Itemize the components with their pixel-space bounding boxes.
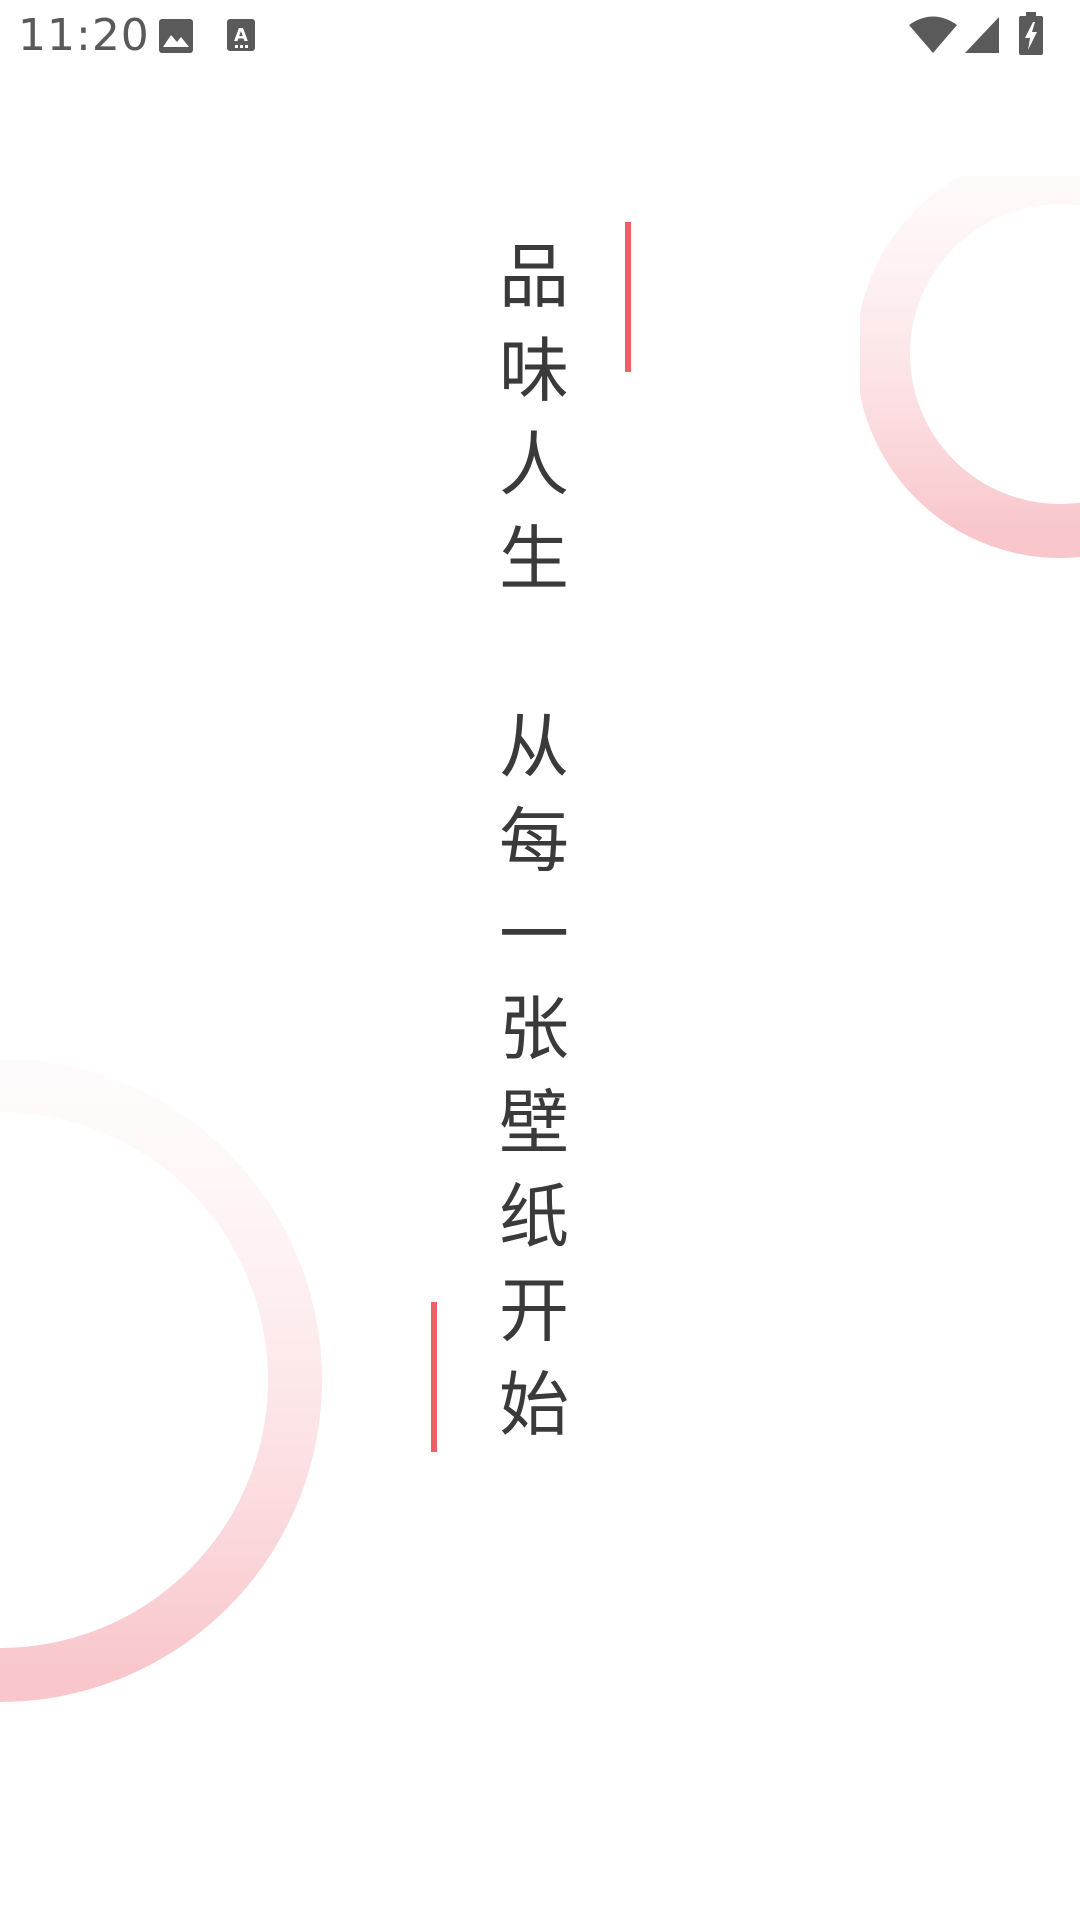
splash-screen: 11:20 A 品 味 人 生 从 每 一 张 壁 纸 开 始 — [0, 0, 1080, 1920]
slogan-char: 始 — [499, 1364, 569, 1446]
slogan-char: 品 — [499, 236, 569, 318]
accent-line-bottom — [431, 1302, 437, 1452]
slogan-char: 纸 — [499, 1176, 569, 1258]
battery-charging-icon — [1018, 12, 1044, 60]
svg-text:A: A — [234, 25, 248, 46]
slogan-char: 生 — [499, 518, 569, 600]
slogan-char: 壁 — [499, 1082, 569, 1164]
status-bar: 11:20 A — [0, 0, 1080, 72]
slogan-char: 张 — [499, 988, 569, 1070]
gallery-icon — [158, 18, 194, 58]
accent-line-top — [625, 222, 631, 372]
slogan-char: 每 — [499, 800, 569, 882]
status-time: 11:20 — [18, 10, 150, 61]
decorative-ring-bottom — [0, 1058, 330, 1710]
slogan-char: 一 — [499, 894, 569, 976]
slogan-char: 开 — [499, 1270, 569, 1352]
signal-icon — [964, 16, 1000, 58]
slogan-char: 人 — [499, 424, 569, 506]
slogan-char: 从 — [499, 706, 569, 788]
wifi-icon — [908, 16, 958, 58]
slogan-char: 味 — [499, 330, 569, 412]
text-notification-icon: A — [226, 18, 256, 56]
slogan-line-2: 从 每 一 张 壁 纸 开 始 — [494, 700, 574, 1452]
decorative-ring-top — [856, 150, 1080, 576]
slogan-line-1: 品 味 人 生 — [494, 230, 574, 606]
